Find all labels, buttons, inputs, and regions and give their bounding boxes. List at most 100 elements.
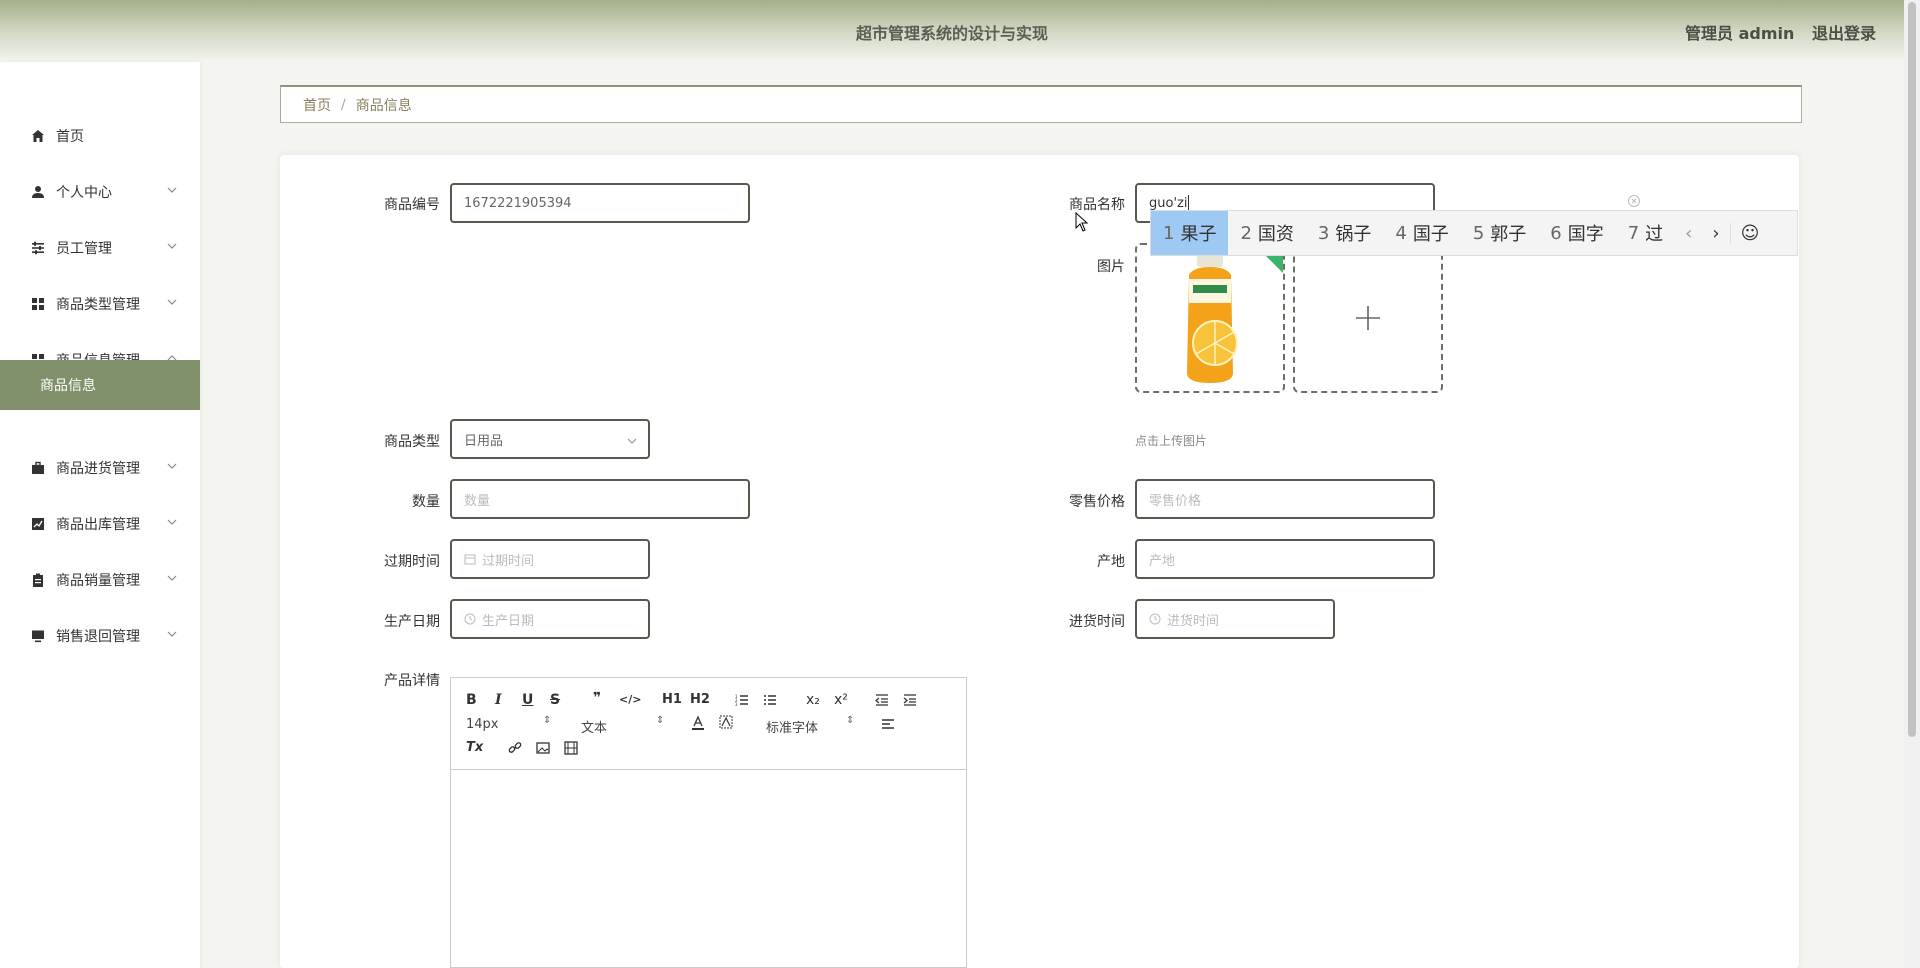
text-format-select[interactable]: 文本	[581, 717, 607, 736]
produce-date-picker[interactable]: 生产日期	[450, 599, 650, 639]
ime-candidate[interactable]: 1 果子	[1151, 211, 1229, 255]
sliders-icon	[30, 240, 46, 256]
image-icon[interactable]	[536, 741, 550, 755]
scrollbar-thumb[interactable]	[1908, 2, 1916, 737]
emoji-icon[interactable]: ☺	[1729, 222, 1770, 244]
sidebar-item-category[interactable]: 商品类型管理	[0, 276, 200, 332]
ime-candidate[interactable]: 4 国子	[1383, 211, 1460, 255]
ime-candidate-word: 郭子	[1490, 224, 1527, 245]
monitor-icon	[30, 628, 46, 644]
sidebar-item-staff[interactable]: 员工管理	[0, 220, 200, 276]
sidebar-item-outbound[interactable]: 商品出库管理	[0, 496, 200, 552]
chevron-down-icon	[167, 299, 177, 305]
ime-candidate-word: 国子	[1412, 224, 1449, 245]
ime-candidate-number: 6	[1550, 222, 1562, 244]
italic-button[interactable]: I	[495, 692, 502, 708]
sidebar-item-purchase[interactable]: 商品进货管理	[0, 440, 200, 496]
breadcrumb-home[interactable]: 首页	[303, 95, 331, 115]
chevron-down-icon	[167, 463, 177, 469]
chevron-down-icon	[167, 575, 177, 581]
clear-icon[interactable]	[1627, 194, 1641, 208]
ime-next-page-icon[interactable]: ›	[1702, 223, 1729, 244]
blockquote-button[interactable]: ❞	[593, 690, 601, 706]
sidebar-item-home[interactable]: 首页	[0, 108, 200, 164]
chevron-down-icon	[167, 519, 177, 525]
upload-button[interactable]	[1293, 243, 1443, 393]
origin-input[interactable]: 产地	[1135, 539, 1435, 579]
expire-date-picker[interactable]: 过期时间	[450, 539, 650, 579]
sidebar-item-personal[interactable]: 个人中心	[0, 164, 200, 220]
rich-text-editor: B I U S ❞ </> H1 H2 123 x₂ x² 14px ⇕ 文本 …	[450, 677, 967, 968]
underline-button[interactable]: U	[522, 692, 533, 708]
logout-link[interactable]: 退出登录	[1812, 24, 1876, 43]
user-area: 管理员 admin 退出登录	[1685, 20, 1876, 44]
breadcrumb-separator: /	[341, 96, 346, 113]
sidebar-item-returns[interactable]: 销售退回管理	[0, 608, 200, 664]
code-block-button[interactable]: </>	[619, 693, 641, 706]
sidebar-subitem-goods-info[interactable]: 商品信息	[0, 360, 200, 410]
ime-candidate-number: 1	[1163, 222, 1175, 244]
strike-button[interactable]: S	[550, 692, 560, 708]
h1-button[interactable]: H1	[662, 692, 682, 707]
text-cursor	[1188, 195, 1190, 211]
code-input[interactable]: 1672221905394	[450, 183, 750, 223]
chart-icon	[30, 516, 46, 532]
uploaded-image-card[interactable]	[1135, 243, 1285, 393]
ime-candidate[interactable]: 2 国资	[1228, 211, 1305, 255]
sidebar-item-label: 商品销量管理	[56, 573, 140, 589]
ime-candidate[interactable]: 7过	[1616, 211, 1675, 255]
font-color-icon[interactable]	[691, 715, 705, 731]
svg-text:3: 3	[735, 702, 738, 707]
juice-bottle-image	[1187, 245, 1283, 383]
price-label: 零售价格	[1069, 494, 1125, 510]
ime-candidate[interactable]: 3 锅子	[1306, 211, 1383, 255]
ime-candidate-number: 2	[1240, 222, 1252, 244]
user-icon	[30, 184, 46, 200]
ime-prev-page-icon[interactable]: ‹	[1675, 223, 1702, 244]
price-input[interactable]: 零售价格	[1135, 479, 1435, 519]
outdent-icon[interactable]	[875, 693, 889, 707]
ordered-list-icon[interactable]: 123	[735, 693, 749, 707]
briefcase-icon	[30, 460, 46, 476]
sidebar-item-sales[interactable]: 商品销量管理	[0, 552, 200, 608]
clipboard-icon	[30, 572, 46, 588]
subscript-button[interactable]: x₂	[806, 692, 820, 708]
sidebar-item-label: 员工管理	[56, 241, 112, 257]
sidebar-item-label: 个人中心	[56, 185, 112, 201]
font-family-select[interactable]: 标准字体	[766, 717, 818, 736]
h2-button[interactable]: H2	[690, 692, 710, 707]
code-label: 商品编号	[384, 197, 440, 213]
stock-placeholder: 进货时间	[1167, 613, 1220, 629]
breadcrumb: 首页 / 商品信息	[280, 85, 1802, 123]
page-scrollbar[interactable]	[1904, 0, 1920, 968]
type-label: 商品类型	[384, 434, 440, 450]
user-role: 管理员 admin	[1685, 24, 1795, 43]
qty-label: 数量	[412, 494, 440, 510]
bullet-list-icon[interactable]	[763, 693, 777, 707]
font-size-select[interactable]: 14px	[466, 717, 499, 732]
sort-icon: ⇕	[846, 715, 855, 726]
background-color-icon[interactable]	[719, 715, 733, 731]
produce-label: 生产日期	[384, 614, 440, 630]
indent-icon[interactable]	[903, 693, 917, 707]
editor-content-area[interactable]	[451, 770, 966, 968]
sidebar-item-label: 销售退回管理	[56, 629, 140, 645]
produce-placeholder: 生产日期	[482, 613, 535, 629]
sidebar-item-label: 首页	[56, 129, 84, 145]
ime-candidate[interactable]: 6 国字	[1538, 211, 1615, 255]
link-icon[interactable]	[508, 741, 522, 755]
ime-candidate[interactable]: 5 郭子	[1461, 211, 1538, 255]
bold-button[interactable]: B	[466, 692, 477, 708]
mouse-pointer-icon	[1075, 212, 1089, 232]
sort-icon: ⇕	[656, 715, 665, 726]
stock-date-picker[interactable]: 进货时间	[1135, 599, 1335, 639]
type-select[interactable]: 日用品	[450, 419, 650, 459]
ime-candidate-word: 果子	[1180, 224, 1217, 245]
align-left-icon[interactable]	[881, 717, 895, 731]
qty-input[interactable]: 数量	[450, 479, 750, 519]
sidebar: 首页 个人中心 员工管理 商品类型管理 商品信息管理 商品信息 商品进货管理	[0, 62, 200, 968]
clear-format-button[interactable]: Tx	[466, 740, 483, 755]
video-icon[interactable]	[564, 741, 578, 755]
superscript-button[interactable]: x²	[834, 692, 848, 708]
sidebar-item-label: 商品类型管理	[56, 297, 140, 313]
